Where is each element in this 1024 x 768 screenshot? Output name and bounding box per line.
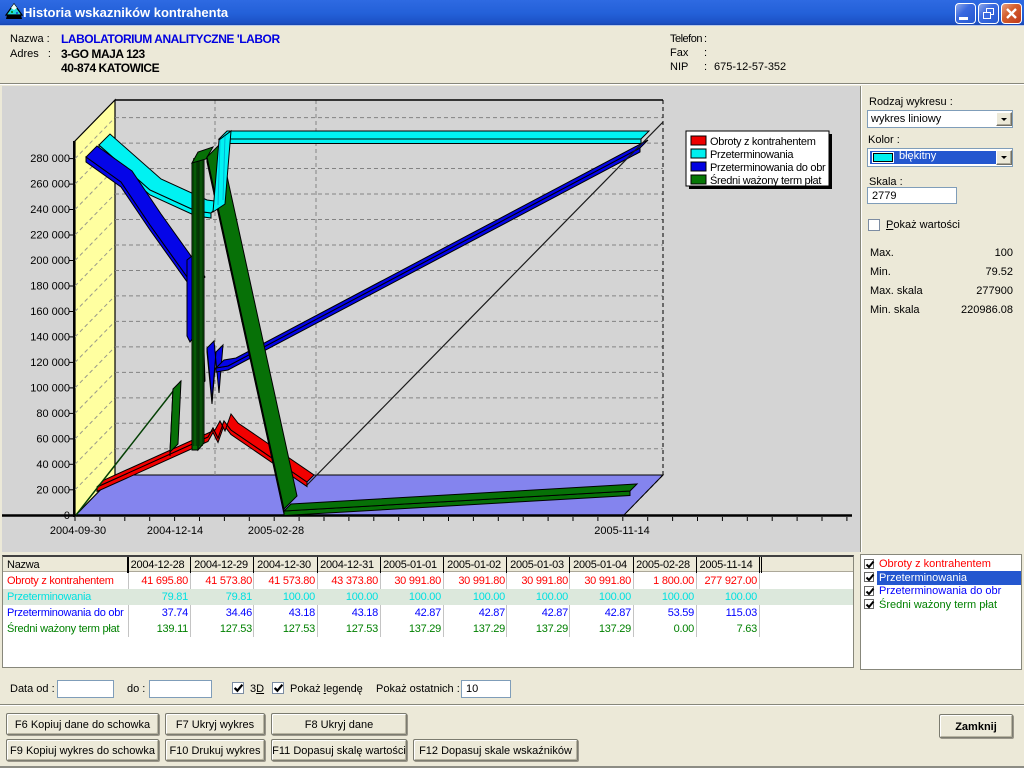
svg-text:0: 0 — [64, 510, 70, 522]
svg-text:200 000: 200 000 — [30, 255, 70, 267]
svg-text:140 000: 140 000 — [30, 331, 70, 343]
svg-text:120 000: 120 000 — [30, 357, 70, 369]
svg-text:240 000: 240 000 — [30, 204, 70, 216]
svg-text:220 000: 220 000 — [30, 230, 70, 242]
svg-text:2004-12-14: 2004-12-14 — [147, 525, 203, 537]
svg-text:2004-09-30: 2004-09-30 — [50, 525, 106, 537]
svg-text:2005-02-28: 2005-02-28 — [248, 525, 304, 537]
svg-text:2005-11-14: 2005-11-14 — [594, 525, 649, 537]
svg-text:Przeterminowania do obr: Przeterminowania do obr — [710, 162, 826, 174]
svg-text:Średni ważony term płat: Średni ważony term płat — [710, 174, 821, 187]
svg-text:60 000: 60 000 — [36, 433, 70, 445]
svg-text:80 000: 80 000 — [36, 408, 70, 420]
svg-text:160 000: 160 000 — [30, 306, 70, 318]
svg-text:260 000: 260 000 — [30, 179, 70, 191]
svg-text:280 000: 280 000 — [30, 153, 70, 165]
svg-text:180 000: 180 000 — [30, 281, 70, 293]
svg-text:20 000: 20 000 — [36, 484, 70, 496]
svg-text:Przeterminowania: Przeterminowania — [710, 149, 794, 161]
svg-text:100 000: 100 000 — [30, 382, 70, 394]
svg-text:40 000: 40 000 — [36, 459, 70, 471]
svg-text:Obroty z kontrahentem: Obroty z kontrahentem — [710, 136, 816, 148]
